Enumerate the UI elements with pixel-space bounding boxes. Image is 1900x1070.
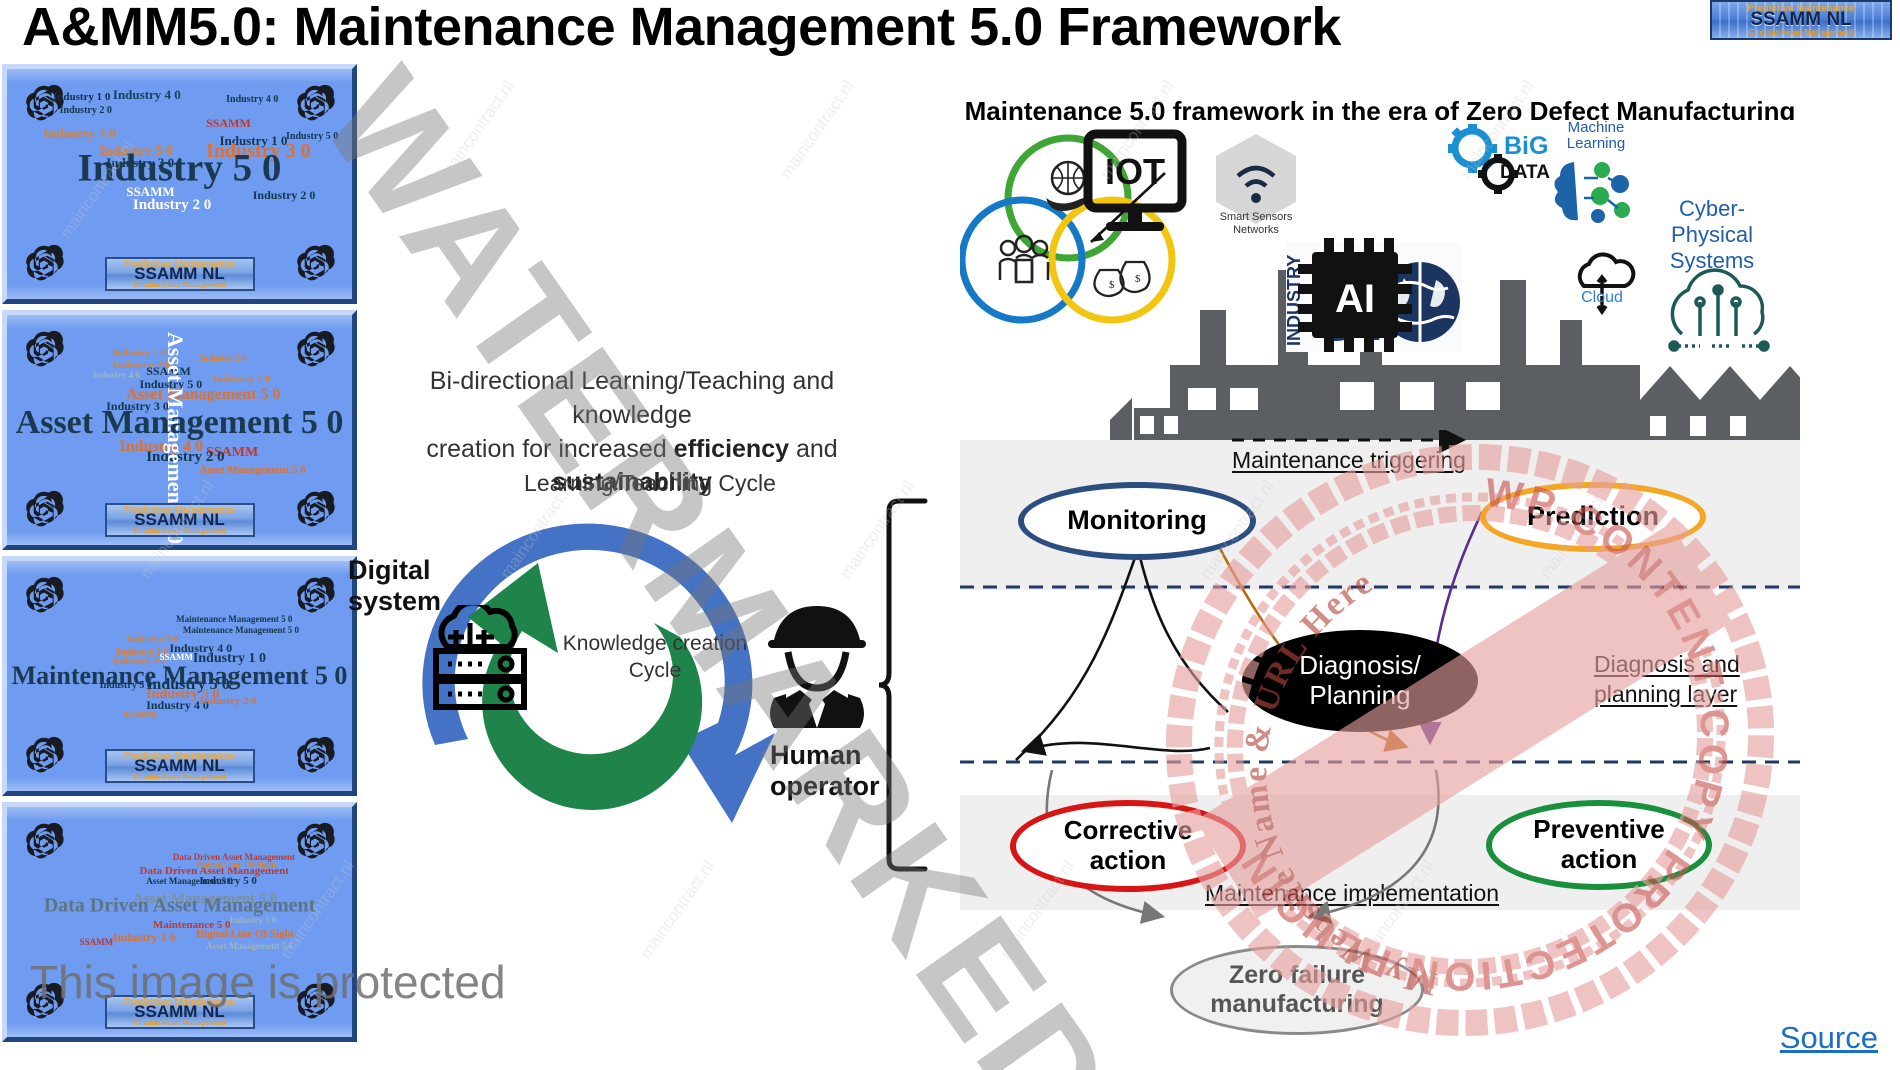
mini-banner-main: SSAMM NL <box>134 510 225 529</box>
node-corrective-line2: action <box>1089 845 1167 875</box>
node-diagnosis-planning[interactable]: Diagnosis/ Planning <box>1242 630 1478 732</box>
kc-line-1: Knowledge creation <box>562 632 748 655</box>
svg-text:AI: AI <box>1335 277 1375 321</box>
human-label-line2: operator <box>770 771 880 802</box>
mini-banner-main: SSAMM NL <box>134 756 225 775</box>
knowledge-creation-cycle-label: Knowledge creation Cycle <box>540 630 770 685</box>
svg-text:Physical: Physical <box>1671 222 1753 247</box>
node-diagnosis-line1: Diagnosis/ <box>1299 650 1421 681</box>
node-zero-failure-manufacturing[interactable]: Zero failure manufacturing <box>1170 945 1424 1035</box>
ssamm-nl-banner: Predictive Maintenance SSAMM NL Circular… <box>1710 0 1892 40</box>
digital-label-line1: Digital <box>348 555 431 585</box>
svg-text:IOT: IOT <box>1105 151 1165 192</box>
openai-logo-icon <box>26 576 64 613</box>
kc-line-2: Cycle <box>628 659 682 683</box>
openai-logo-icon <box>297 490 335 527</box>
caption-bold-efficiency: efficiency <box>673 434 790 463</box>
node-preventive-line1: Preventive <box>1533 814 1665 845</box>
thumbnail-data-driven-asset-management[interactable]: Data Driven Asset Management Data Driven… <box>2 802 357 1042</box>
thumbnail-maintenance-management-50[interactable]: Maintenance Management 5 0 Maintenance M… <box>2 556 357 796</box>
node-monitoring[interactable]: Monitoring <box>1018 482 1256 560</box>
thumbnail-industry-50[interactable]: Industry 1 0 Industry 4 0 Industry 2 0 I… <box>2 64 357 304</box>
slide-canvas: A&MM5.0: Maintenance Management 5.0 Fram… <box>0 0 1900 1070</box>
svg-text:Machine: Machine <box>1568 120 1625 136</box>
thumbnail-headline: Industry 5 0 <box>77 146 282 190</box>
openai-logo-icon <box>297 822 335 859</box>
svg-text:Networks: Networks <box>1233 224 1279 236</box>
openai-logo-icon <box>26 490 64 527</box>
svg-text:Cyber-: Cyber- <box>1679 196 1745 221</box>
caption-line-1: Bi-directional Learning/Teaching and kno… <box>429 367 835 429</box>
framework-illustration: $ $ INDUSTRY IOT Smart Sensors Networks … <box>960 120 1800 440</box>
thumbnail-mini-banner: Predictive Maintenance SSAMM NL Circular… <box>104 257 255 291</box>
svg-text:Smart Sensors: Smart Sensors <box>1220 211 1293 223</box>
thumbnail-strip: Industry 1 0 Industry 4 0 Industry 2 0 I… <box>2 64 357 1048</box>
mini-banner-main: SSAMM NL <box>134 1002 225 1021</box>
thumbnail-asset-management-50[interactable]: Industry 1 0 Industry 2 0 Industry 4 0 S… <box>2 310 357 550</box>
thumbnail-mini-banner: Predictive Maintenance SSAMM NL Circular… <box>104 503 255 537</box>
caption-mid: and <box>789 434 838 463</box>
openai-logo-icon <box>26 736 64 773</box>
svg-text:DATA: DATA <box>1500 162 1550 183</box>
node-diagnosis-line2: Planning <box>1309 680 1411 710</box>
openai-logo-icon <box>297 982 335 1019</box>
thumbnail-headline: Data Driven Asset Management <box>43 894 316 917</box>
node-corrective-action[interactable]: Corrective action <box>1010 800 1246 892</box>
svg-text:$: $ <box>1109 279 1115 291</box>
openai-logo-icon <box>297 244 335 281</box>
node-preventive-action[interactable]: Preventive action <box>1486 800 1712 890</box>
thumbnail-headline: Maintenance Management 5 0 <box>11 661 348 690</box>
cloud-server-icon <box>433 605 527 710</box>
openai-logo-icon <box>26 330 64 367</box>
svg-text:$: $ <box>1135 273 1141 285</box>
svg-text:BiG: BiG <box>1504 132 1548 160</box>
node-monitoring-label: Monitoring <box>1067 505 1207 536</box>
node-corrective-line1: Corrective <box>1063 815 1193 846</box>
openai-logo-icon <box>26 244 64 281</box>
thumbnail-mini-banner: Predictive Maintenance SSAMM NL Circular… <box>104 995 255 1029</box>
openai-logo-icon <box>26 982 64 1019</box>
openai-logo-icon <box>26 822 64 859</box>
source-link[interactable]: Source <box>1780 1020 1878 1056</box>
node-zero-failure-line2: manufacturing <box>1210 990 1384 1018</box>
svg-text:Learning: Learning <box>1567 135 1625 152</box>
openai-logo-icon <box>297 576 335 613</box>
openai-logo-icon <box>297 84 335 121</box>
node-prediction-label: Prediction <box>1526 501 1660 532</box>
node-zero-failure-line1: Zero failure <box>1228 961 1366 990</box>
svg-text:Cloud: Cloud <box>1581 289 1623 306</box>
human-label-line1: Human <box>770 740 862 770</box>
learning-teaching-cycle-label: Learning/Teaching Cycle <box>524 470 776 496</box>
banner-main-text: SSAMM NL <box>1750 9 1852 30</box>
caption-line-2-pre: creation for increased <box>426 434 674 463</box>
openai-logo-icon <box>26 84 64 121</box>
node-preventive-line2: action <box>1560 844 1638 874</box>
page-title: A&MM5.0: Maintenance Management 5.0 Fram… <box>22 0 1341 57</box>
thumbnail-headline: Asset Management 5 0 <box>15 404 344 442</box>
grouping-bracket <box>878 498 928 872</box>
mini-banner-main: SSAMM NL <box>134 264 225 283</box>
thumbnail-mini-banner: Predictive Maintenance SSAMM NL Circular… <box>104 749 255 783</box>
openai-logo-icon <box>297 330 335 367</box>
openai-logo-icon <box>297 736 335 773</box>
human-operator-icon <box>768 606 866 728</box>
node-prediction[interactable]: Prediction <box>1480 482 1706 552</box>
